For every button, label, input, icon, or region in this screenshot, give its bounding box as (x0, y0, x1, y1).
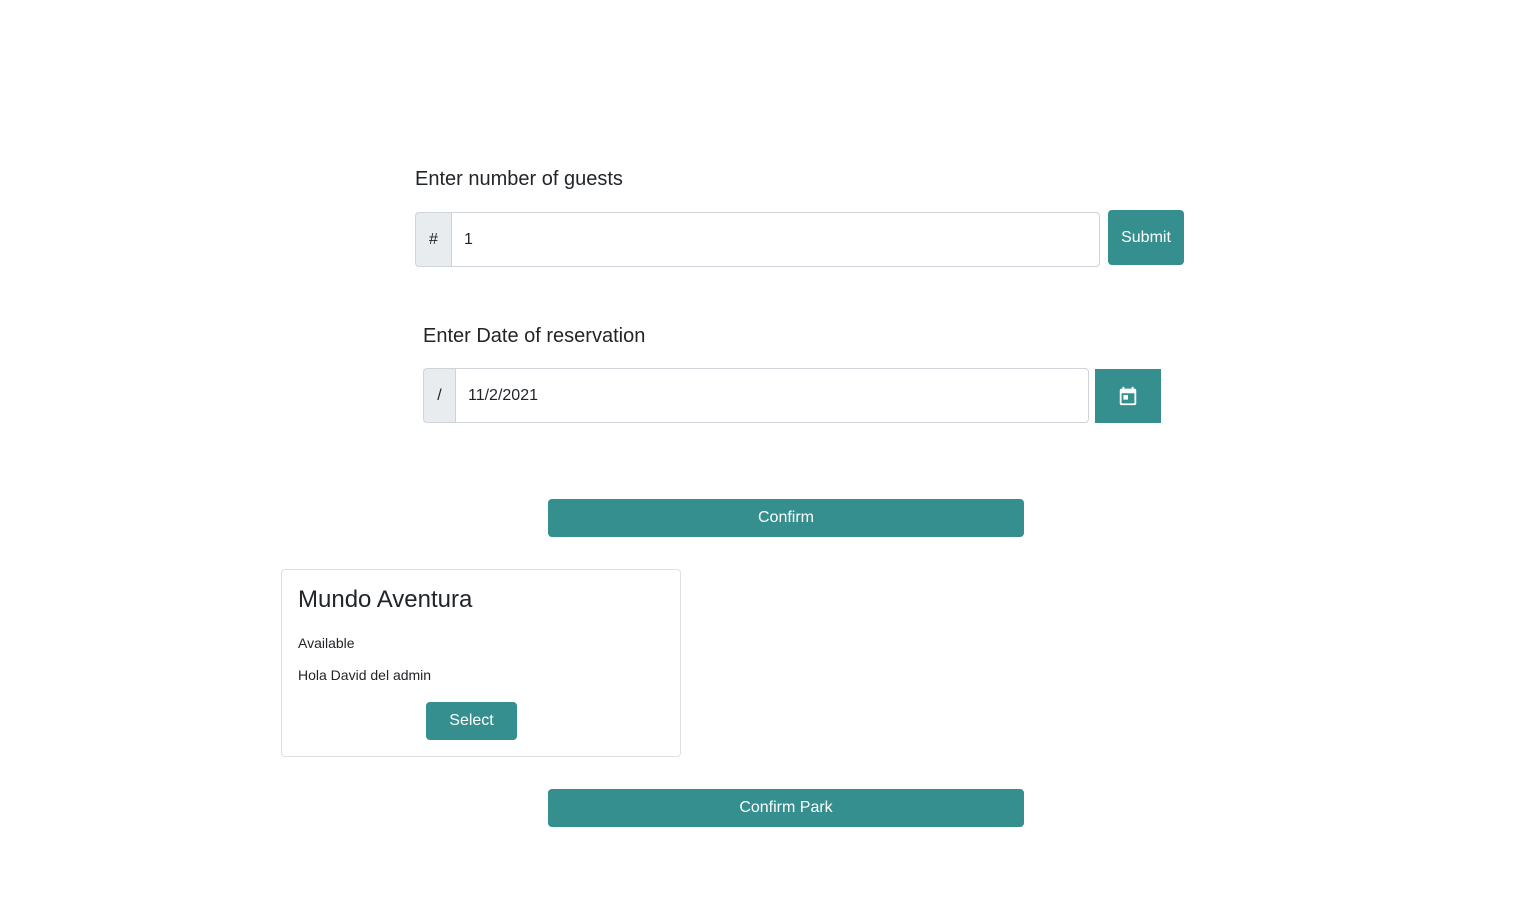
date-input-group: / (423, 368, 1089, 423)
guests-label: Enter number of guests (415, 168, 623, 190)
select-button[interactable]: Select (426, 702, 517, 740)
date-label: Enter Date of reservation (423, 325, 646, 347)
calendar-icon (1117, 385, 1139, 407)
park-title: Mundo Aventura (298, 586, 473, 613)
guests-input[interactable] (451, 212, 1100, 267)
park-status: Available (298, 635, 355, 651)
submit-button[interactable]: Submit (1108, 210, 1184, 265)
slash-prefix: / (423, 368, 455, 423)
calendar-button[interactable] (1095, 369, 1161, 423)
guests-input-group: # (415, 212, 1100, 267)
date-input[interactable] (455, 368, 1089, 423)
park-description: Hola David del admin (298, 667, 432, 683)
confirm-button[interactable]: Confirm (548, 499, 1024, 537)
park-card: Mundo Aventura Available Hola David del … (281, 569, 681, 757)
reservation-page: Enter number of guests # Submit Enter Da… (0, 0, 1531, 912)
confirm-park-button[interactable]: Confirm Park (548, 789, 1024, 827)
hash-prefix: # (415, 212, 451, 267)
